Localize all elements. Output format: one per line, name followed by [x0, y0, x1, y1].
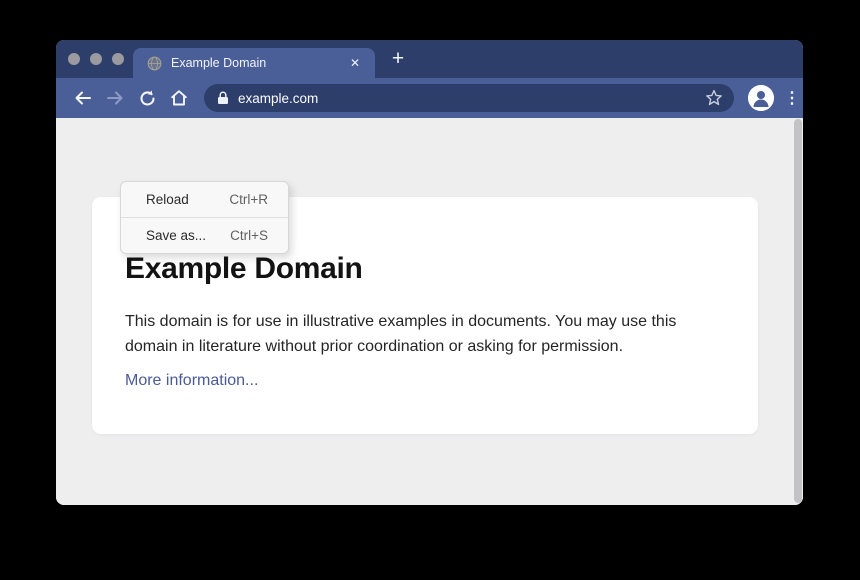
- scrollbar-thumb[interactable]: [794, 119, 802, 503]
- more-information-link[interactable]: More information...: [125, 372, 258, 390]
- back-button[interactable]: [68, 83, 98, 113]
- forward-button[interactable]: [100, 83, 130, 113]
- context-menu: Reload Ctrl+R Save as... Ctrl+S: [120, 181, 289, 254]
- menu-item-label: Reload: [146, 192, 189, 207]
- tab-close-icon[interactable]: ✕: [345, 54, 365, 72]
- page-viewport: Example Domain This domain is for use in…: [56, 118, 803, 505]
- bookmark-star-icon[interactable]: [704, 88, 724, 108]
- globe-favicon-icon: [147, 56, 162, 71]
- context-menu-item-save-as[interactable]: Save as... Ctrl+S: [121, 218, 288, 253]
- profile-avatar[interactable]: [748, 85, 774, 111]
- page-title: Example Domain: [125, 252, 718, 285]
- maximize-window-button[interactable]: [112, 53, 124, 65]
- new-tab-button[interactable]: +: [382, 43, 414, 75]
- home-icon: [169, 88, 189, 108]
- page-paragraph: This domain is for use in illustrative e…: [125, 309, 713, 359]
- address-bar[interactable]: example.com: [204, 84, 734, 112]
- traffic-lights: [68, 53, 124, 65]
- close-window-button[interactable]: [68, 53, 80, 65]
- browser-window: Example Domain ✕ +: [56, 40, 803, 505]
- minimize-window-button[interactable]: [90, 53, 102, 65]
- menu-item-shortcut: Ctrl+R: [229, 192, 268, 207]
- reload-button[interactable]: [132, 83, 162, 113]
- browser-tab[interactable]: Example Domain ✕: [133, 48, 375, 78]
- vertical-scrollbar[interactable]: [794, 119, 802, 503]
- browser-menu-button[interactable]: ⋮: [784, 85, 800, 111]
- screenshot-stage: Example Domain ✕ +: [0, 0, 860, 580]
- browser-toolbar: example.com ⋮: [56, 78, 803, 118]
- person-icon: [748, 85, 774, 111]
- menu-item-label: Save as...: [146, 228, 206, 243]
- tab-title: Example Domain: [171, 56, 345, 70]
- forward-arrow-icon: [105, 88, 125, 108]
- reload-icon: [138, 89, 157, 108]
- url-text: example.com: [238, 91, 704, 106]
- home-button[interactable]: [164, 83, 194, 113]
- menu-item-shortcut: Ctrl+S: [230, 228, 268, 243]
- window-titlebar: Example Domain ✕ +: [56, 40, 803, 78]
- back-arrow-icon: [73, 88, 93, 108]
- context-menu-item-reload[interactable]: Reload Ctrl+R: [121, 182, 288, 217]
- lock-icon: [217, 91, 229, 105]
